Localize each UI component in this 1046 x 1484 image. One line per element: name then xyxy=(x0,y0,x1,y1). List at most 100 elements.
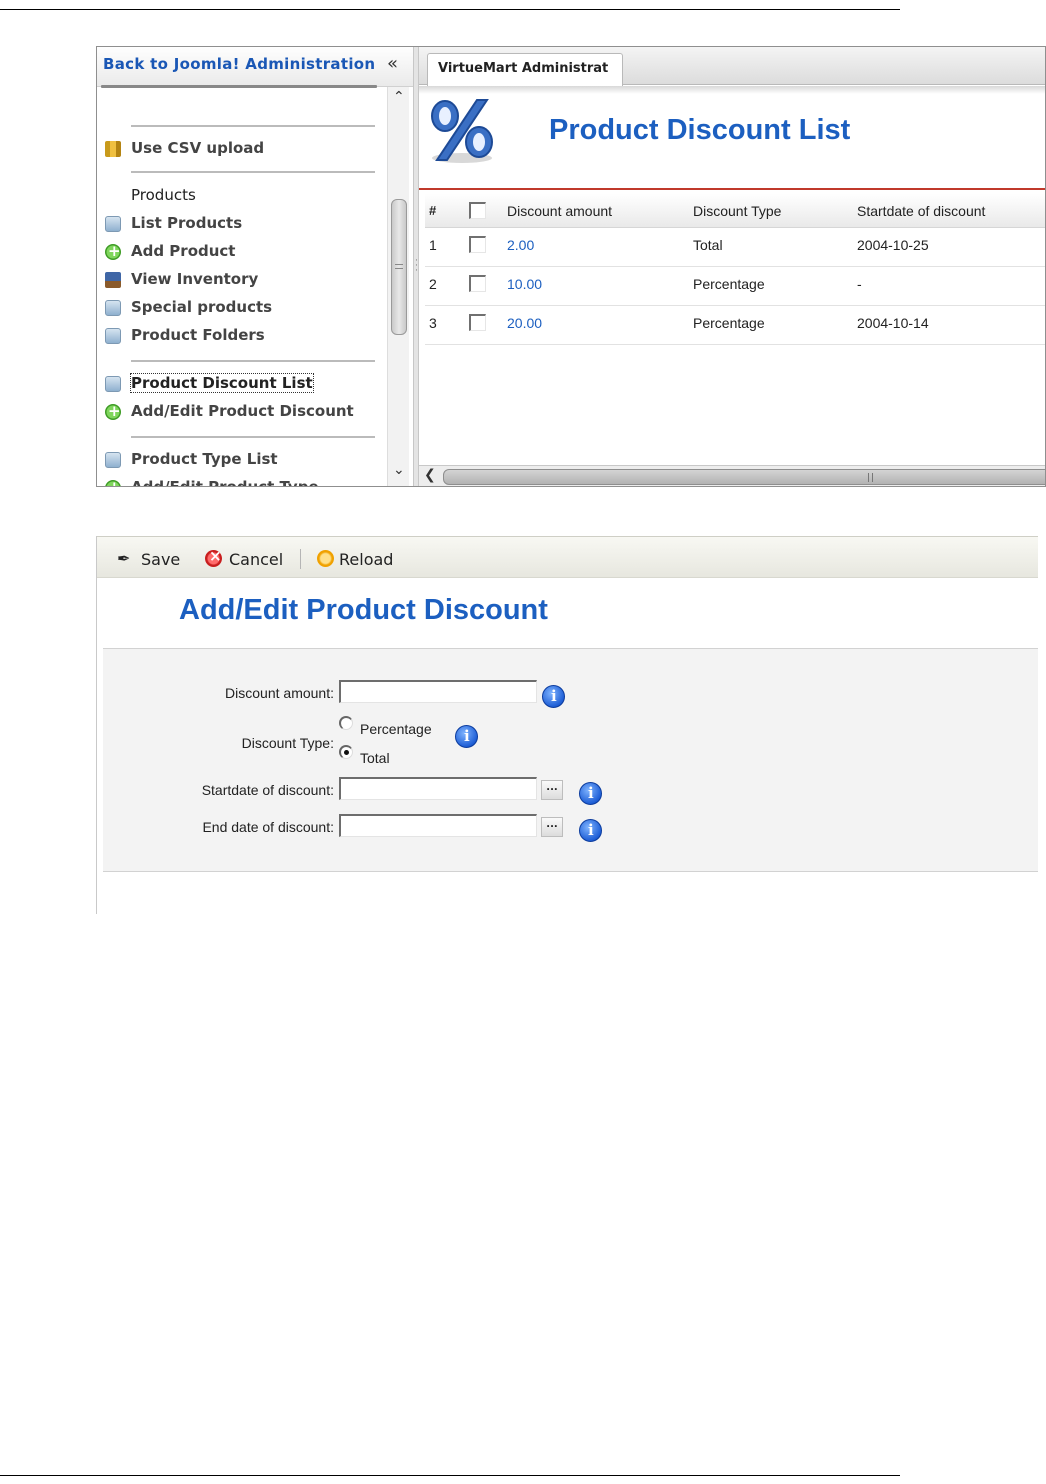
sidebar-item-label: Add Product xyxy=(131,242,236,260)
toolbar: ✒ Save Cancel Reload xyxy=(97,536,1038,578)
sidebar-item-view-inventory[interactable]: View Inventory xyxy=(97,267,387,293)
reload-label: Reload xyxy=(339,550,394,569)
back-to-joomla-link[interactable]: Back to Joomla! Administration xyxy=(103,55,375,73)
sidebar-item-product-folders[interactable]: Product Folders xyxy=(97,323,387,349)
page-title: Add/Edit Product Discount xyxy=(179,594,548,626)
main-panel: VirtueMart Administrat Product Discount … xyxy=(419,47,1045,486)
list-icon xyxy=(105,328,121,344)
sidebar-scrollbar[interactable]: ⌃ ⌄ xyxy=(387,87,409,486)
cancel-icon xyxy=(205,547,222,567)
select-all-checkbox[interactable] xyxy=(469,202,486,219)
add-icon xyxy=(105,242,121,260)
percentage-radio-label: Percentage xyxy=(360,721,432,737)
save-label: Save xyxy=(141,550,181,569)
inventory-icon xyxy=(105,272,121,288)
info-icon[interactable] xyxy=(579,819,602,842)
column-header-amount[interactable]: Discount amount xyxy=(507,203,612,219)
discount-amount-input[interactable] xyxy=(339,680,537,703)
list-icon xyxy=(105,376,121,392)
table-row: 2 10.00 Percentage - xyxy=(425,267,1045,306)
info-icon[interactable] xyxy=(455,725,478,748)
discount-type: Percentage xyxy=(693,276,765,292)
page-top-rule xyxy=(0,9,900,10)
virtuemart-admin-window: Use CSV upload Products List Products Ad… xyxy=(96,46,1046,487)
list-icon xyxy=(105,216,121,232)
sidebar-item-label: Add/Edit Product Discount xyxy=(131,402,354,420)
add-edit-discount-window: ✒ Save Cancel Reload Add/Edit Product Di… xyxy=(96,536,1038,914)
save-icon: ✒ xyxy=(117,549,131,568)
horizontal-scrollbar[interactable]: ❮ xyxy=(419,465,1045,486)
row-checkbox[interactable] xyxy=(469,314,486,331)
discount-startdate: - xyxy=(857,276,862,292)
row-checkbox[interactable] xyxy=(469,236,486,253)
total-radio-label: Total xyxy=(360,750,390,766)
percentage-radio[interactable] xyxy=(339,716,353,730)
cancel-label: Cancel xyxy=(229,550,284,569)
page-bottom-rule xyxy=(0,1475,900,1476)
collapse-sidebar-icon[interactable]: « xyxy=(387,53,398,74)
percent-icon xyxy=(431,99,493,163)
discount-amount-label: Discount amount: xyxy=(225,685,334,701)
scroll-left-icon[interactable]: ❮ xyxy=(424,467,436,483)
table-row: 1 2.00 Total 2004-10-25 xyxy=(425,228,1045,267)
column-header-number: # xyxy=(429,203,437,218)
tab-virtuemart-administration[interactable]: VirtueMart Administrat xyxy=(427,53,623,86)
discount-type-label: Discount Type: xyxy=(241,735,334,751)
startdate-input[interactable] xyxy=(339,777,537,800)
sidebar-item-label: List Products xyxy=(131,214,243,232)
discount-type: Total xyxy=(693,237,723,253)
list-icon xyxy=(105,452,121,468)
table-row: 3 20.00 Percentage 2004-10-14 xyxy=(425,306,1045,345)
sidebar-separator xyxy=(131,360,375,362)
list-icon xyxy=(105,300,121,316)
discount-startdate: 2004-10-25 xyxy=(857,237,929,253)
discount-table: # Discount amount Discount Type Startdat… xyxy=(425,194,1045,345)
sidebar-item-add-edit-product-type[interactable]: Add/Edit Product Type xyxy=(97,475,387,487)
discount-amount-link[interactable]: 2.00 xyxy=(507,237,534,253)
sidebar-header: Back to Joomla! Administration « xyxy=(97,47,413,87)
total-radio[interactable] xyxy=(339,745,353,759)
scrollbar-thumb[interactable] xyxy=(391,199,407,335)
discount-amount-link[interactable]: 20.00 xyxy=(507,315,542,331)
toolbar-separator xyxy=(300,549,301,569)
reload-icon xyxy=(317,550,334,567)
add-icon xyxy=(105,402,121,420)
scroll-up-icon[interactable]: ⌃ xyxy=(393,89,405,105)
sidebar-item-add-edit-product-discount[interactable]: Add/Edit Product Discount xyxy=(97,399,387,425)
row-number: 2 xyxy=(429,276,437,292)
column-header-startdate[interactable]: Startdate of discount xyxy=(857,203,985,219)
sidebar-item-special-products[interactable]: Special products xyxy=(97,295,387,321)
row-number: 1 xyxy=(429,237,437,253)
row-checkbox[interactable] xyxy=(469,275,486,292)
form-footer xyxy=(97,872,1038,914)
sidebar-item-list-products[interactable]: List Products xyxy=(97,211,387,237)
discount-startdate: 2004-10-14 xyxy=(857,315,929,331)
sidebar-menu: Use CSV upload Products List Products Ad… xyxy=(97,47,387,487)
enddate-picker-button[interactable]: ... xyxy=(541,817,563,837)
startdate-picker-button[interactable]: ... xyxy=(541,780,563,800)
info-icon[interactable] xyxy=(579,782,602,805)
discount-form: Discount amount: Discount Type: Percenta… xyxy=(103,648,1038,872)
column-header-type[interactable]: Discount Type xyxy=(693,203,781,219)
sidebar-item-product-discount-list[interactable]: Product Discount List xyxy=(97,371,387,397)
scroll-down-icon[interactable]: ⌄ xyxy=(393,462,405,478)
discount-amount-link[interactable]: 10.00 xyxy=(507,276,542,292)
sidebar-section-products: Products xyxy=(97,183,387,209)
row-number: 3 xyxy=(429,315,437,331)
sidebar-item-label: Product Folders xyxy=(131,326,265,344)
scrollbar-thumb[interactable] xyxy=(443,469,1045,485)
sidebar-separator xyxy=(131,436,375,438)
list-header: Product Discount List xyxy=(419,86,1045,190)
csv-upload-icon xyxy=(105,141,121,157)
enddate-input[interactable] xyxy=(339,814,537,837)
sidebar-item-label: Add/Edit Product Type xyxy=(131,478,319,487)
sidebar-item-add-product[interactable]: Add Product xyxy=(97,239,387,265)
sidebar-item-product-type-list[interactable]: Product Type List xyxy=(97,447,387,473)
sidebar-item-csv-upload[interactable]: Use CSV upload xyxy=(97,136,387,162)
tab-label: VirtueMart Administrat xyxy=(438,61,609,76)
sidebar-item-label: Use CSV upload xyxy=(131,139,265,157)
sidebar-header-divider xyxy=(101,85,377,88)
enddate-label: End date of discount: xyxy=(202,819,334,835)
sidebar: Use CSV upload Products List Products Ad… xyxy=(97,47,413,487)
info-icon[interactable] xyxy=(542,685,565,708)
